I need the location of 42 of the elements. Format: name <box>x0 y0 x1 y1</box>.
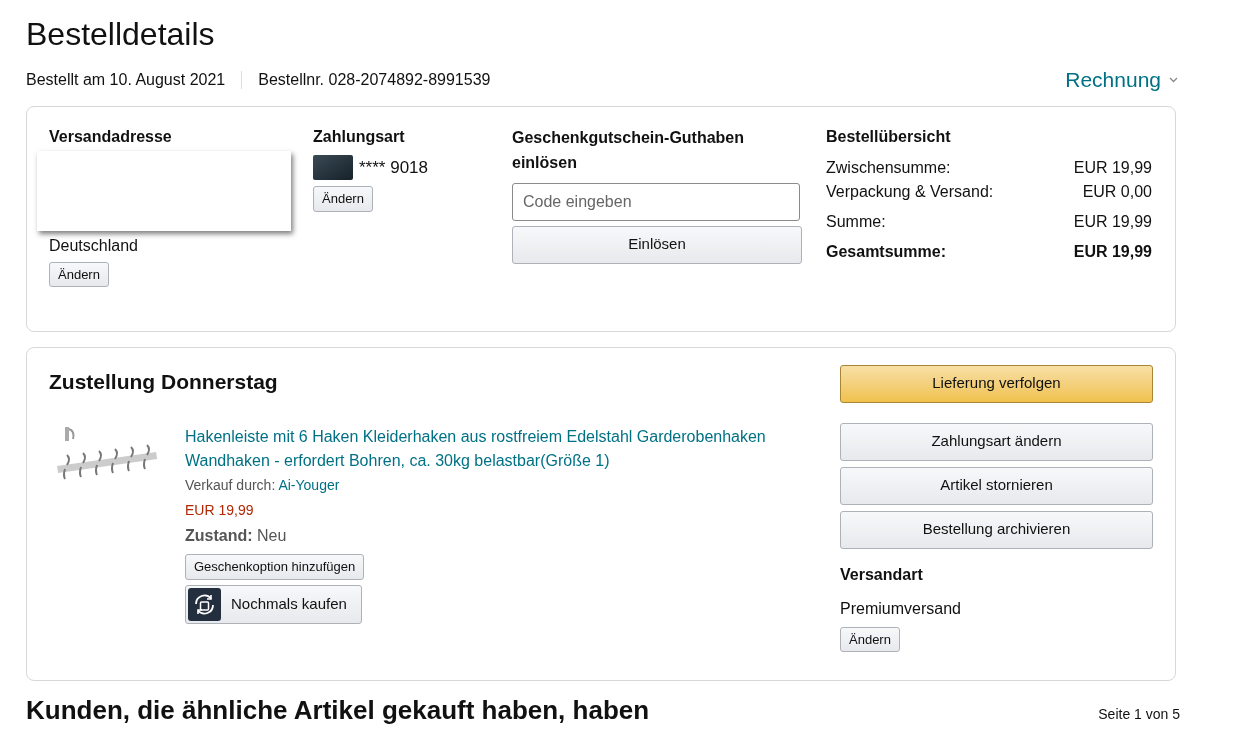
summary-label: Verpackung & Versand: <box>826 181 994 202</box>
gift-option-button[interactable]: Geschenkoption hinzufügen <box>185 554 365 580</box>
section-heading: Versandadresse <box>49 126 172 147</box>
invoice-link[interactable]: Rechnung <box>1065 64 1178 96</box>
summary-value: EUR 19,99 <box>1073 211 1152 232</box>
order-date: Bestellt am 10. August 2021 <box>26 69 226 90</box>
card-number: **** 9018 <box>359 156 428 179</box>
seller-link[interactable]: Ai-Youger <box>278 477 340 493</box>
seller-info: Verkauf durch: Ai-Youger <box>185 476 340 495</box>
page-title: Bestelldetails <box>26 15 216 54</box>
summary-value: EUR 0,00 <box>1082 181 1152 202</box>
section-heading: Bestellübersicht <box>826 126 952 147</box>
pager-text: Seite 1 von 5 <box>1098 704 1180 724</box>
change-button[interactable]: Ändern <box>313 186 373 212</box>
track-package-button[interactable]: Lieferung verfolgen <box>840 364 1153 403</box>
action-button[interactable]: Zahlungsart ändern <box>840 422 1153 461</box>
reorder-icon <box>188 587 221 621</box>
caret-icon <box>1169 76 1178 83</box>
action-button[interactable]: Bestellung archivieren <box>840 510 1153 549</box>
section-heading: Zahlungsart <box>313 126 405 147</box>
address-country: Deutschland <box>49 235 138 256</box>
code-input[interactable]: Code eingeben <box>512 182 800 221</box>
delivery-heading: Zustellung Donnerstag <box>49 368 279 395</box>
summary-label: Gesamtsumme: <box>826 241 947 262</box>
item-condition: Zustand: Neu <box>185 526 287 546</box>
summary-value: EUR 19,99 <box>1073 241 1152 262</box>
card-icon <box>313 154 353 180</box>
change-button[interactable]: Ändern <box>49 261 109 287</box>
item-price: EUR 19,99 <box>185 501 254 520</box>
change-button[interactable]: Ändern <box>840 626 900 652</box>
product-title-link[interactable]: Hakenleiste mit 6 Haken Kleiderhaken aus rostfreiem Edelstahl Garderobenhaken Wandhaken - erfordert Bohren, ca. 30kg belastbar(Größe 1) <box>185 425 805 473</box>
action-button[interactable]: Artikel stornieren <box>840 466 1153 505</box>
order-number: Bestellnr. 028-2074892-8991539 <box>258 69 491 90</box>
redeem-button[interactable]: Einlösen <box>512 225 802 264</box>
section-heading: Geschenkgutschein-Guthaben einlösen <box>512 127 746 173</box>
shipping-method: Premiumversand <box>840 598 962 619</box>
recommendations-heading: Kunden, die ähnliche Artikel gekauft haben, haben <box>26 694 650 725</box>
summary-label: Zwischensumme: <box>826 157 951 178</box>
section-heading: Versandart <box>840 564 924 585</box>
summary-label: Summe: <box>826 211 886 232</box>
buy-again-button[interactable]: Nochmals kaufen <box>185 584 362 624</box>
summary-value: EUR 19,99 <box>1073 157 1152 178</box>
